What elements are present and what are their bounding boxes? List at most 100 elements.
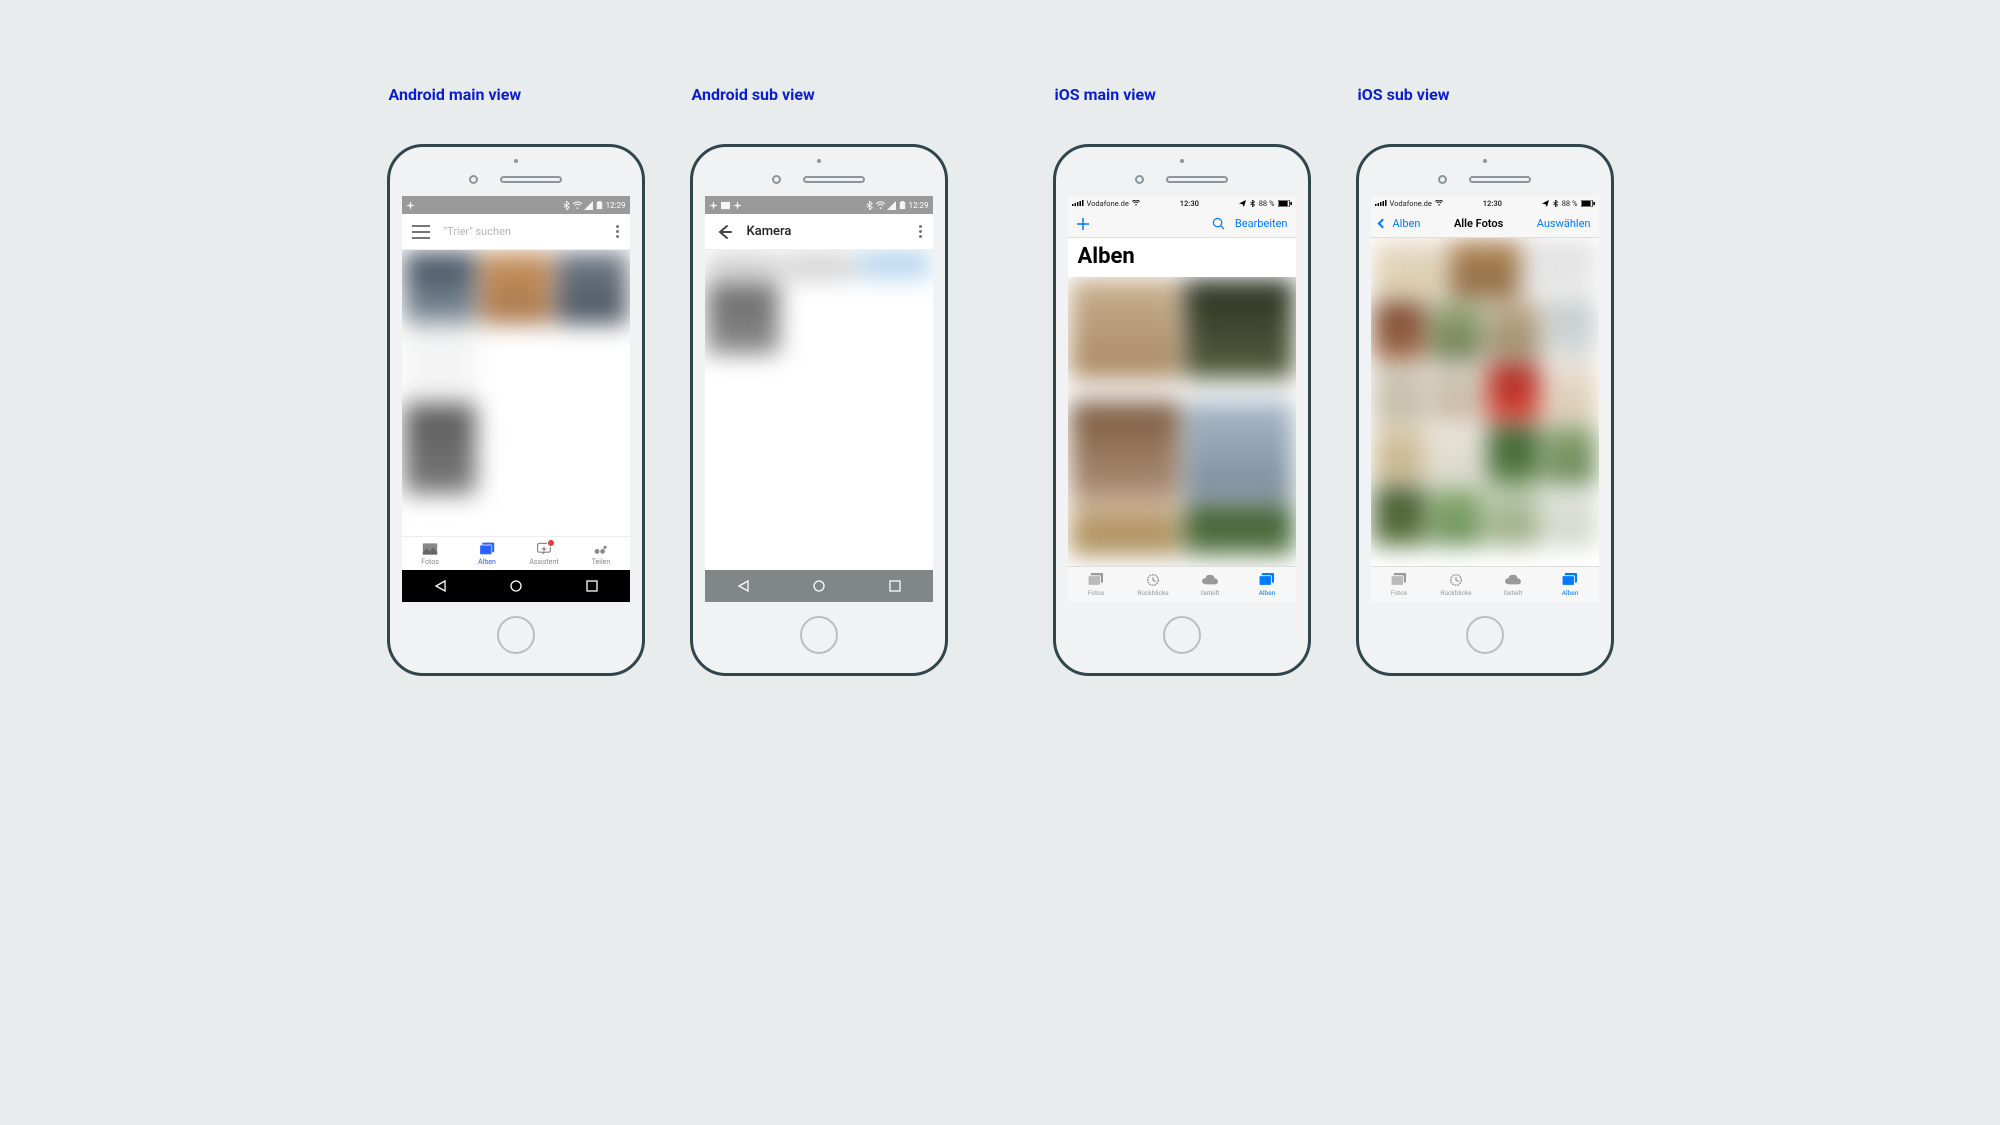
caption-android-sub: Android sub view [690, 85, 815, 104]
wifi-icon [1435, 200, 1443, 206]
hamburger-icon[interactable] [412, 225, 430, 239]
overflow-menu-icon[interactable] [616, 225, 620, 238]
tab-alben[interactable]: Alben [1239, 567, 1296, 602]
android-status-bar: 12:29 [705, 196, 933, 214]
carrier-label: Vodafone.de [1390, 199, 1432, 208]
android-sub-header: Kamera [705, 214, 933, 250]
tab-label: Geteilt [1201, 589, 1220, 597]
phone-sensor-row [772, 175, 865, 184]
status-time: 12:29 [606, 201, 626, 210]
album-grid[interactable] [1068, 277, 1296, 566]
battery-icon [898, 201, 907, 210]
photos-stack-icon [1087, 573, 1105, 587]
back-arrow-icon[interactable] [715, 223, 733, 241]
tab-alben[interactable]: Alben [1542, 567, 1599, 602]
nav-recent-icon[interactable] [888, 579, 902, 593]
tab-label: Geteilt [1504, 589, 1523, 597]
photo-grid[interactable] [1371, 238, 1599, 566]
caption-ios-main: iOS main view [1053, 85, 1156, 104]
phone-home-button [1163, 616, 1201, 654]
tab-label: Alben [1562, 589, 1579, 597]
signal-icon [584, 201, 593, 210]
ios-status-bar: Vodafone.de 12:30 88 % [1371, 196, 1599, 210]
wifi-icon [876, 201, 885, 210]
nav-back-icon[interactable] [736, 579, 750, 593]
tab-label: Teilen [592, 558, 611, 566]
photo-grid[interactable] [705, 250, 933, 570]
cloud-icon [1201, 573, 1219, 587]
tab-fotos[interactable]: Fotos [402, 537, 459, 570]
albums-icon [1258, 573, 1276, 587]
tab-geteilt[interactable]: Geteilt [1182, 567, 1239, 602]
column-ios-main: iOS main view Vodafone.de 12:30 88 % [1053, 85, 1311, 676]
tab-rueckblicke[interactable]: Rückblicke [1428, 567, 1485, 602]
sub-title: Kamera [747, 224, 905, 239]
battery-percent: 88 % [1562, 199, 1578, 208]
edit-button[interactable]: Bearbeiten [1235, 217, 1288, 230]
tab-assistent[interactable]: Assistent [516, 537, 573, 570]
status-right-icons: 12:29 [865, 201, 929, 210]
nav-back-icon[interactable] [433, 579, 447, 593]
phone-speaker-icon [1166, 176, 1228, 183]
column-android-sub: Android sub view 12:29 [690, 85, 948, 676]
battery-icon [1278, 200, 1292, 207]
bluetooth-icon [562, 201, 571, 210]
phone-frame: 12:29 "Trier" suchen [387, 144, 645, 676]
wifi-icon [1132, 200, 1140, 206]
memories-icon [1447, 573, 1465, 587]
album-icon [479, 542, 495, 556]
phone-camera-dot [1483, 159, 1487, 163]
share-icon [593, 542, 609, 556]
screen: 12:29 "Trier" suchen [402, 196, 630, 602]
search-icon[interactable] [1212, 217, 1225, 230]
phone-sensor-icon [772, 175, 781, 184]
tab-teilen[interactable]: Teilen [573, 537, 630, 570]
phone-home-button [1466, 616, 1504, 654]
tab-label: Rückblicke [1137, 589, 1168, 597]
ios-back-button[interactable]: Alben [1379, 217, 1421, 230]
tab-fotos[interactable]: Fotos [1068, 567, 1125, 602]
phone-home-button [800, 616, 838, 654]
phone-home-button [497, 616, 535, 654]
signal-icon [887, 201, 896, 210]
phone-sensor-row [1438, 175, 1531, 184]
tab-geteilt[interactable]: Geteilt [1485, 567, 1542, 602]
tab-label: Alben [1259, 589, 1276, 597]
phone-sensor-row [469, 175, 562, 184]
phone-frame: Vodafone.de 12:30 88 % Alben Alle Fotos [1356, 144, 1614, 676]
nav-home-icon[interactable] [812, 579, 826, 593]
carrier-label: Vodafone.de [1087, 199, 1129, 208]
bluetooth-icon [1552, 200, 1559, 207]
phone-sensor-row [1135, 175, 1228, 184]
notification-badge-icon [547, 539, 555, 547]
ios-status-bar: Vodafone.de 12:30 88 % [1068, 196, 1296, 210]
nav-home-icon[interactable] [509, 579, 523, 593]
signal-bars-icon [1072, 200, 1084, 206]
phone-sensor-icon [1438, 175, 1447, 184]
tab-rueckblicke[interactable]: Rückblicke [1125, 567, 1182, 602]
tab-fotos[interactable]: Fotos [1371, 567, 1428, 602]
photos-stack-icon [1390, 573, 1408, 587]
ios-large-title: Alben [1068, 238, 1296, 277]
battery-percent: 88 % [1259, 199, 1275, 208]
android-search-bar[interactable]: "Trier" suchen [402, 214, 630, 250]
column-ios-sub: iOS sub view Vodafone.de 12:30 88 % [1356, 85, 1614, 676]
tab-label: Fotos [421, 558, 439, 566]
battery-icon [595, 201, 604, 210]
plus-icon[interactable] [1076, 217, 1090, 231]
column-android-main: Android main view 12:29 [387, 85, 645, 676]
search-input[interactable]: "Trier" suchen [444, 225, 602, 238]
status-left-icons [709, 201, 742, 210]
select-button[interactable]: Auswählen [1537, 217, 1591, 230]
android-nav-bar [402, 570, 630, 602]
android-bottom-tabs: Fotos Alben Assistent Teilen [402, 536, 630, 570]
tab-alben[interactable]: Alben [459, 537, 516, 570]
phone-frame: Vodafone.de 12:30 88 % [1053, 144, 1311, 676]
overflow-menu-icon[interactable] [919, 225, 923, 238]
phone-speaker-icon [500, 176, 562, 183]
android-status-bar: 12:29 [402, 196, 630, 214]
pinwheel-icon [406, 201, 415, 210]
photo-grid[interactable] [402, 250, 630, 536]
nav-recent-icon[interactable] [585, 579, 599, 593]
back-label: Alben [1393, 217, 1421, 230]
